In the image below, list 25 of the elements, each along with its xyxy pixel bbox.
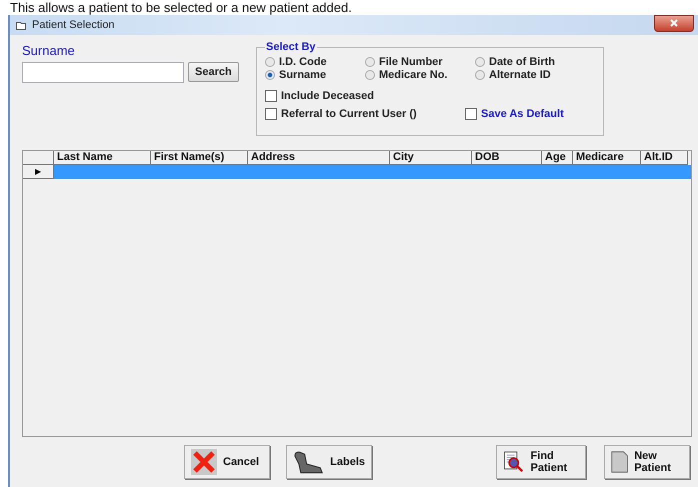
radio-option[interactable]: I.D. Code [265, 55, 365, 68]
checkbox-option[interactable]: Save As Default [465, 107, 585, 121]
radio-option[interactable]: Medicare No. [365, 68, 475, 81]
radio-option[interactable]: Surname [265, 68, 365, 81]
caption-text: This allows a patient to be selected or a new patient added. [9, 0, 353, 15]
window-title: Patient Selection [32, 19, 115, 31]
group-title: Select By [265, 41, 317, 53]
labels-button[interactable]: Labels [286, 445, 372, 479]
radio-option[interactable]: Date of Birth [475, 55, 585, 68]
checkbox-option[interactable]: Include Deceased [265, 89, 465, 103]
cancel-button[interactable]: Cancel [184, 445, 270, 479]
surname-input-field[interactable] [22, 62, 184, 83]
surname-label: Surname [22, 43, 76, 58]
corner-cell [23, 151, 54, 165]
checkbox-option[interactable]: Referral to Current User () [265, 107, 465, 121]
stamp-icon [293, 450, 324, 474]
radio-option[interactable]: Alternate ID [475, 68, 585, 81]
close-button[interactable] [654, 15, 694, 32]
cancel-x-icon [191, 449, 217, 475]
search-button[interactable]: Search [188, 62, 239, 82]
find-button[interactable]: Find Patient [496, 445, 586, 479]
new-button[interactable]: New Patient [604, 445, 690, 479]
close-icon [670, 18, 678, 26]
window-icon [16, 20, 26, 30]
radio-option[interactable]: File Number [365, 55, 475, 68]
